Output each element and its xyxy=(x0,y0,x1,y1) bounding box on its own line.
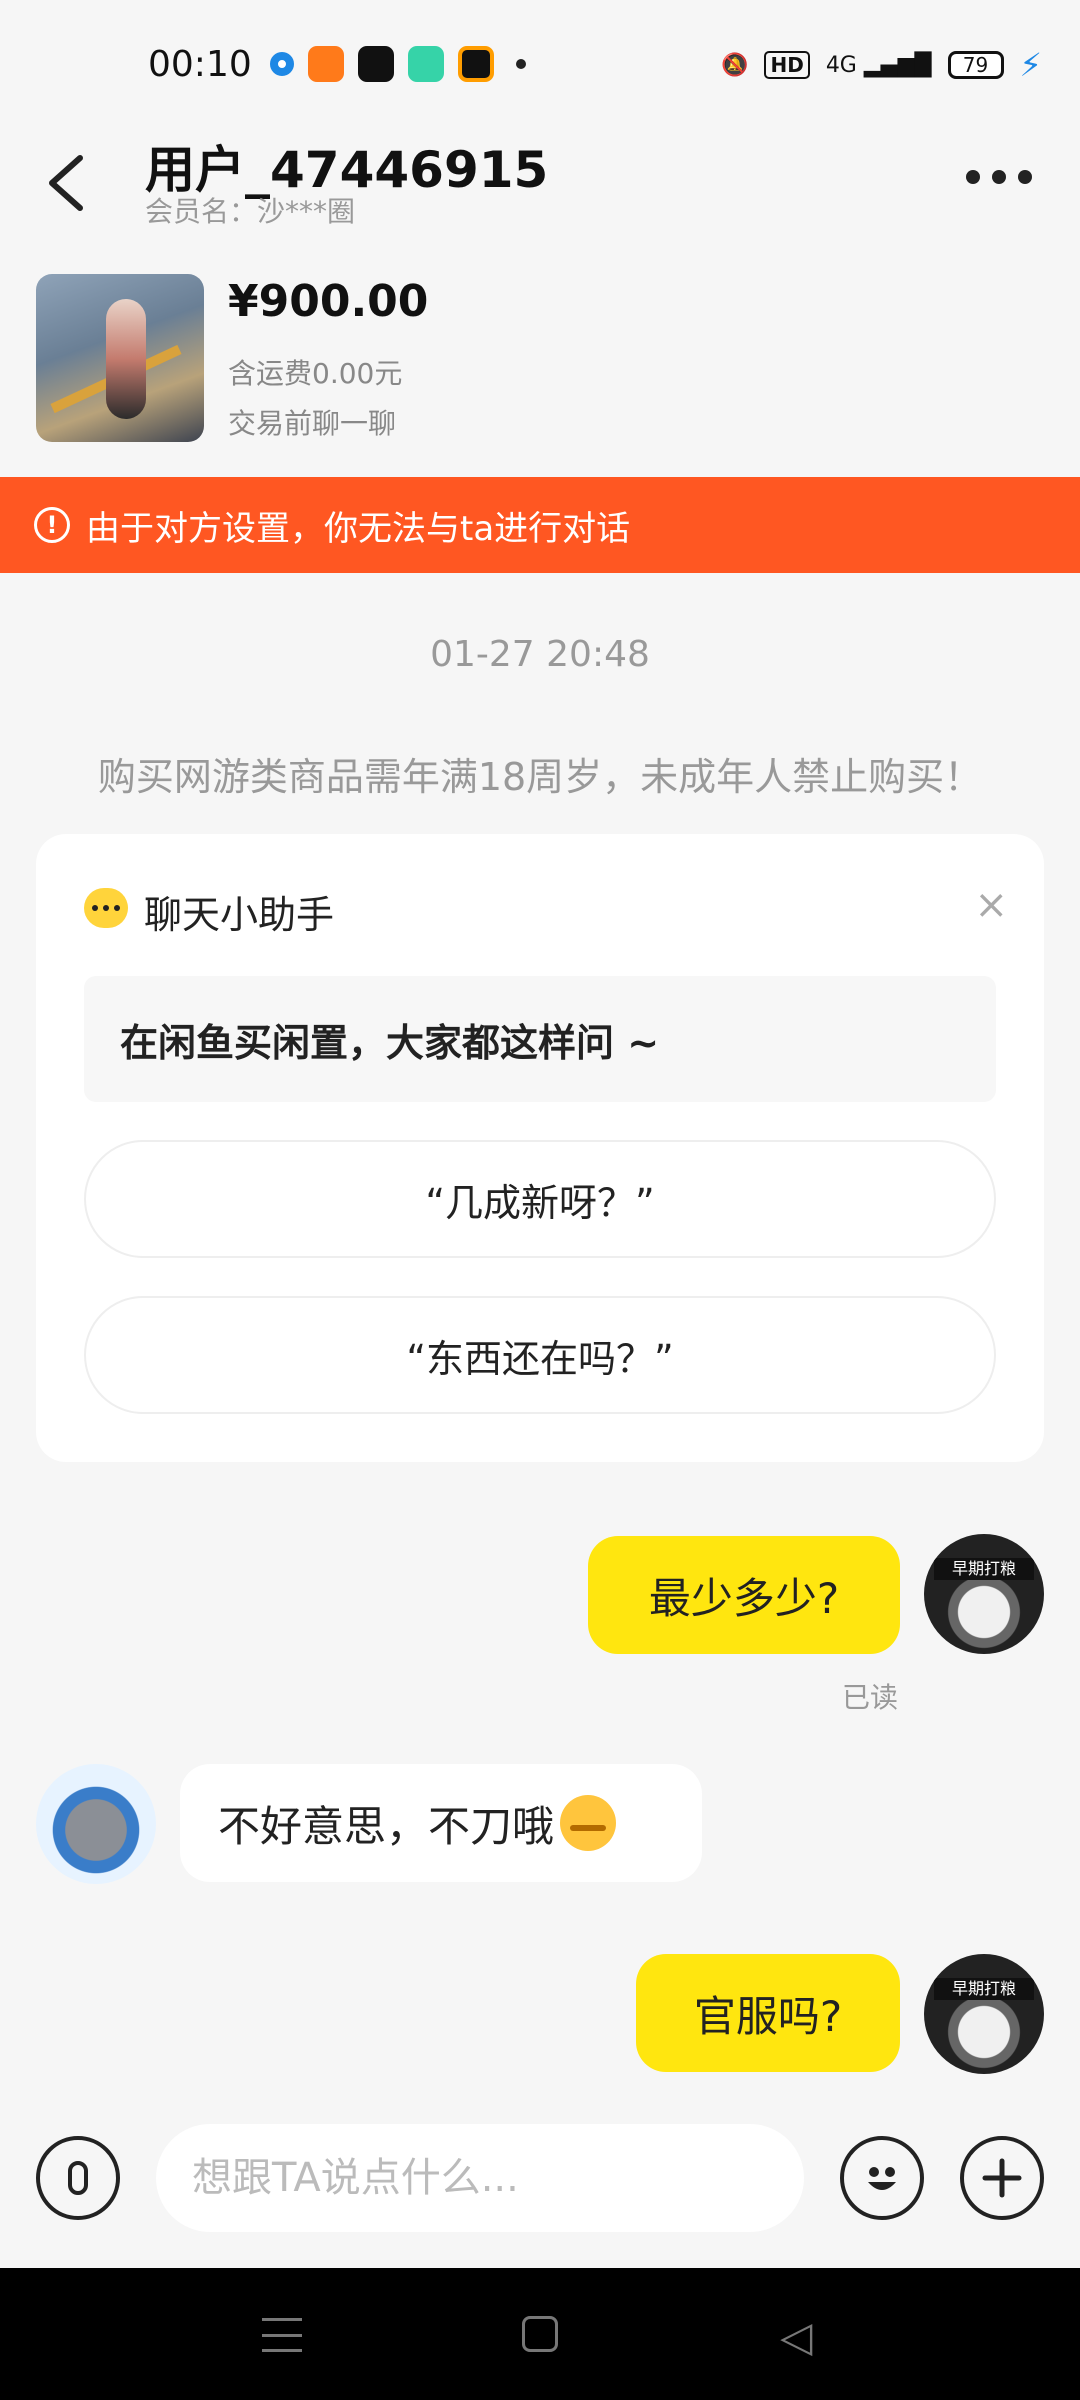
mute-icon: 🔕 xyxy=(721,52,749,78)
microphone-icon xyxy=(68,2161,88,2195)
green-app-icon xyxy=(408,46,444,82)
my-avatar[interactable]: 早期打粮 xyxy=(924,1954,1044,2074)
assistant-title: 聊天小助手 xyxy=(144,893,335,937)
more-notifications-dot xyxy=(516,59,526,69)
shipping-fee: 含运费0.00元 xyxy=(228,357,403,390)
message-bubble-sent[interactable]: 最少多少? xyxy=(588,1536,900,1654)
system-nav-bar: ◁ xyxy=(0,2268,1080,2400)
read-status: 已读 xyxy=(842,1681,899,1714)
age-notice: 购买网游类商品需年满18周岁，未成年人禁止购买！ xyxy=(97,755,983,799)
signal-icon: 4G ▂▄▆█ xyxy=(825,52,932,78)
alert-icon: ! xyxy=(34,507,70,543)
back-button[interactable] xyxy=(42,148,102,218)
chat-assistant-card: 聊天小助手 × 在闲鱼买闲置，大家都这样问 ~ “几成新呀？” “东西还在吗？” xyxy=(36,834,1044,1462)
seller-avatar[interactable] xyxy=(36,1764,156,1884)
product-card[interactable]: ¥900.00 含运费0.00元 交易前聊一聊 xyxy=(36,274,1044,444)
tiktok-icon xyxy=(358,46,394,82)
chevron-left-icon xyxy=(49,155,83,211)
warning-text: 由于对方设置，你无法与ta进行对话 xyxy=(86,508,631,549)
hd-icon: HD xyxy=(764,51,810,79)
plus-icon xyxy=(982,2158,1022,2198)
status-bar: 00:10 🔕 HD 4G ▂▄▆█ 79 ⚡ xyxy=(0,0,1080,130)
message-text: 不好意思，不刀哦 xyxy=(218,1801,555,1851)
chat-header: 用户_47446915 会员名：沙***圈 xyxy=(0,130,1080,260)
home-button[interactable] xyxy=(522,2316,558,2352)
warning-banner: ! 由于对方设置，你无法与ta进行对话 xyxy=(0,477,1080,573)
battery-icon: 79 xyxy=(947,51,1004,79)
emoji-button[interactable] xyxy=(840,2136,924,2220)
more-options-button[interactable] xyxy=(966,170,1032,184)
message-timestamp: 01-27 20:48 xyxy=(430,634,650,675)
battery-level: 79 xyxy=(962,53,989,77)
recent-apps-button[interactable] xyxy=(262,2318,302,2352)
quick-question-button[interactable]: “东西还在吗？” xyxy=(84,1296,996,1414)
product-thumbnail[interactable] xyxy=(36,274,204,442)
shushing-face-emoji-icon xyxy=(560,1795,617,1851)
status-time: 00:10 xyxy=(148,44,252,85)
message-input[interactable] xyxy=(156,2124,804,2232)
system-status-icons: 🔕 HD 4G ▂▄▆█ 79 ⚡ xyxy=(721,46,1042,84)
assistant-subtitle: 在闲鱼买闲置，大家都这样问 ~ xyxy=(84,976,996,1102)
close-icon[interactable]: × xyxy=(974,882,1008,928)
smile-icon xyxy=(868,2167,896,2190)
network-type: 4G xyxy=(825,52,857,78)
back-triangle-icon[interactable]: ◁ xyxy=(780,2312,812,2361)
charging-icon: ⚡ xyxy=(1019,46,1042,84)
dot-icon xyxy=(966,170,980,184)
my-avatar[interactable]: 早期打粮 xyxy=(924,1534,1044,1654)
message-input-bar xyxy=(0,2100,1080,2270)
quick-question-button[interactable]: “几成新呀？” xyxy=(84,1140,996,1258)
member-name: 会员名：沙***圈 xyxy=(145,195,356,228)
message-bubble-received[interactable]: 不好意思，不刀哦 xyxy=(180,1764,702,1882)
dot-icon xyxy=(992,170,1006,184)
notification-icons xyxy=(270,46,526,82)
uc-browser-icon xyxy=(308,46,344,82)
dot-icon xyxy=(1018,170,1032,184)
add-button[interactable] xyxy=(960,2136,1044,2220)
message-bubble-sent[interactable]: 官服吗? xyxy=(636,1954,900,2072)
app-notification-icon xyxy=(270,52,294,76)
voice-button[interactable] xyxy=(36,2136,120,2220)
orange-app-icon xyxy=(458,46,494,82)
product-price: ¥900.00 xyxy=(228,276,429,327)
chat-bubble-icon xyxy=(84,888,128,928)
chat-hint: 交易前聊一聊 xyxy=(228,407,397,440)
